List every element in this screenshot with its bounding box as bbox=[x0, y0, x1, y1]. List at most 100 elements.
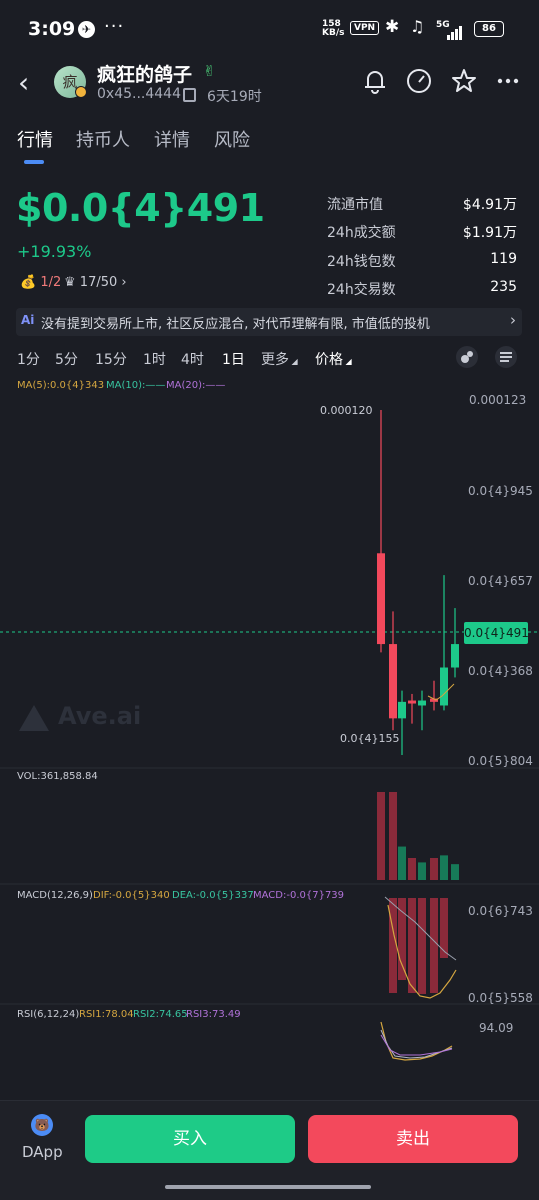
stat-label: 24h成交额 bbox=[327, 225, 396, 241]
current-price-tag: 0.0{4}491 bbox=[464, 622, 529, 644]
tab-details[interactable]: 详情 bbox=[154, 126, 190, 152]
macd-bar bbox=[430, 898, 438, 993]
volume-bar bbox=[377, 792, 385, 880]
token-address[interactable]: 0x45...4444 bbox=[97, 86, 181, 102]
back-button[interactable]: ‹ bbox=[18, 66, 29, 99]
stat-value: 235 bbox=[490, 279, 517, 295]
candle-body bbox=[408, 700, 416, 704]
macd-bar bbox=[418, 898, 426, 994]
timeframe-4h[interactable]: 4时 bbox=[181, 349, 204, 369]
high-price-label: 0.000120 bbox=[320, 404, 373, 417]
ai-summary-banner[interactable]: Ai 没有提到交易所上市, 社区反应混合, 对代币理解有限, 市值低的投机 › bbox=[16, 308, 522, 336]
battery-icon: 86 bbox=[474, 21, 504, 37]
dev-ratio: 1/2 bbox=[40, 275, 62, 290]
timeframe-1d[interactable]: 1日 bbox=[222, 349, 245, 369]
timeframe-15m[interactable]: 15分 bbox=[95, 349, 127, 369]
tab-market[interactable]: 行情 bbox=[17, 126, 53, 152]
bell-icon[interactable] bbox=[360, 66, 390, 96]
dapp-icon[interactable]: 🐻 bbox=[31, 1114, 53, 1136]
rsi-axis-label: 94.09 bbox=[479, 1021, 514, 1035]
stat-value: $1.91万 bbox=[462, 225, 517, 241]
holders-badge[interactable]: ♛ 17/50 › bbox=[64, 275, 127, 295]
stat-value: 119 bbox=[490, 251, 517, 267]
volume-legend: VOL:361,858.84 bbox=[17, 771, 98, 782]
volume-bar bbox=[430, 858, 438, 880]
sell-button[interactable]: 卖出 bbox=[308, 1115, 518, 1163]
ai-icon: Ai bbox=[21, 313, 35, 327]
more-notifications-icon: ··· bbox=[104, 16, 125, 37]
indicator-toggle-icon[interactable] bbox=[456, 346, 478, 368]
stat-value: $4.91万 bbox=[462, 197, 517, 213]
home-indicator bbox=[165, 1185, 371, 1189]
candle-body bbox=[398, 701, 406, 719]
chevron-right-icon: › bbox=[510, 311, 516, 329]
dea-legend: DEA:-0.0{5}337 bbox=[172, 890, 254, 901]
network-speed: 158 KB/s bbox=[322, 19, 345, 38]
price-mode-select[interactable]: 价格 ◢ bbox=[315, 349, 352, 369]
y-axis-label: 0.0{5}804 bbox=[468, 754, 533, 768]
y-axis-label: 0.0{4}368 bbox=[468, 664, 533, 678]
tab-risk[interactable]: 风险 bbox=[214, 126, 250, 152]
rsi1-legend: RSI1:78.04 bbox=[79, 1009, 134, 1020]
dapp-label[interactable]: DApp bbox=[22, 1143, 63, 1161]
crown-icon: ♛ bbox=[64, 275, 76, 290]
chevron-right-icon: › bbox=[121, 275, 127, 290]
stat-label: 流通市值 bbox=[327, 197, 383, 213]
signal-icon bbox=[447, 21, 463, 40]
macd-bar bbox=[398, 898, 406, 980]
candle-body bbox=[389, 644, 397, 719]
rsi2-legend: RSI2:74.65 bbox=[133, 1009, 188, 1020]
macd-bar bbox=[389, 898, 397, 993]
stat-label: 24h交易数 bbox=[327, 282, 396, 298]
y-axis-label: 0.000123 bbox=[469, 393, 527, 407]
current-price: $0.0{4}491 bbox=[16, 186, 265, 230]
verified-hand-icon: ✌ bbox=[203, 62, 216, 80]
macd-legend: MACD:-0.0{7}739 bbox=[253, 890, 345, 901]
token-name: 疯狂的鸽子 bbox=[97, 64, 193, 86]
rsi3-legend: RSI3:73.49 bbox=[186, 1009, 241, 1020]
macd-bar bbox=[440, 898, 448, 958]
tab-indicator bbox=[24, 160, 44, 164]
volume-bar bbox=[398, 846, 406, 880]
clock: 3:09 bbox=[28, 18, 76, 40]
money-bag-icon: 💰 bbox=[20, 275, 37, 290]
timeframe-1h[interactable]: 1时 bbox=[143, 349, 166, 369]
price-change: +19.93% bbox=[17, 242, 92, 261]
candle-body bbox=[418, 700, 426, 706]
copy-icon[interactable] bbox=[183, 88, 196, 102]
chart-settings-icon[interactable] bbox=[495, 346, 517, 368]
y-axis-label: 0.0{4}945 bbox=[468, 484, 533, 498]
kline-chart[interactable] bbox=[0, 390, 539, 1100]
macd-axis-label: 0.0{5}558 bbox=[468, 991, 533, 1005]
timeframe-1m[interactable]: 1分 bbox=[17, 349, 40, 369]
rsi1-line bbox=[380, 1021, 453, 1061]
macd-axis-label: 0.0{6}743 bbox=[468, 904, 533, 918]
telegram-icon: ✈ bbox=[78, 21, 95, 38]
volume-bar bbox=[418, 862, 426, 880]
earbuds-icon: ♫ bbox=[410, 17, 425, 36]
tab-holders[interactable]: 持币人 bbox=[76, 126, 130, 152]
gauge-icon[interactable] bbox=[404, 66, 434, 96]
ai-summary-text: 没有提到交易所上市, 社区反应混合, 对代币理解有限, 市值低的投机 bbox=[41, 317, 430, 332]
timeframe-more[interactable]: 更多 ◢ bbox=[261, 349, 298, 369]
status-bar: 3:09 ✈ ··· 158 KB/s VPN ✱ ♫ 5G 86 bbox=[0, 0, 539, 58]
volume-bar bbox=[440, 855, 448, 880]
volume-bar bbox=[451, 864, 459, 880]
bluetooth-icon: ✱ bbox=[385, 17, 400, 37]
chain-badge-icon bbox=[75, 86, 87, 98]
macd-legend-title: MACD(12,26,9) bbox=[17, 890, 93, 901]
candle-body bbox=[440, 667, 448, 706]
token-age: 6天19时 bbox=[207, 89, 262, 105]
more-icon[interactable] bbox=[493, 66, 523, 96]
star-icon[interactable] bbox=[449, 66, 479, 96]
stat-label: 24h钱包数 bbox=[327, 254, 396, 270]
candle-body bbox=[451, 644, 459, 668]
volume-bar bbox=[389, 792, 397, 880]
vpn-icon: VPN bbox=[350, 21, 380, 35]
holders-ratio: 17/50 bbox=[79, 275, 118, 290]
timeframe-5m[interactable]: 5分 bbox=[55, 349, 78, 369]
y-axis-label: 0.0{4}657 bbox=[468, 574, 533, 588]
dev-badge[interactable]: 💰 1/2 bbox=[20, 275, 61, 295]
volume-bar bbox=[408, 858, 416, 880]
buy-button[interactable]: 买入 bbox=[85, 1115, 295, 1163]
